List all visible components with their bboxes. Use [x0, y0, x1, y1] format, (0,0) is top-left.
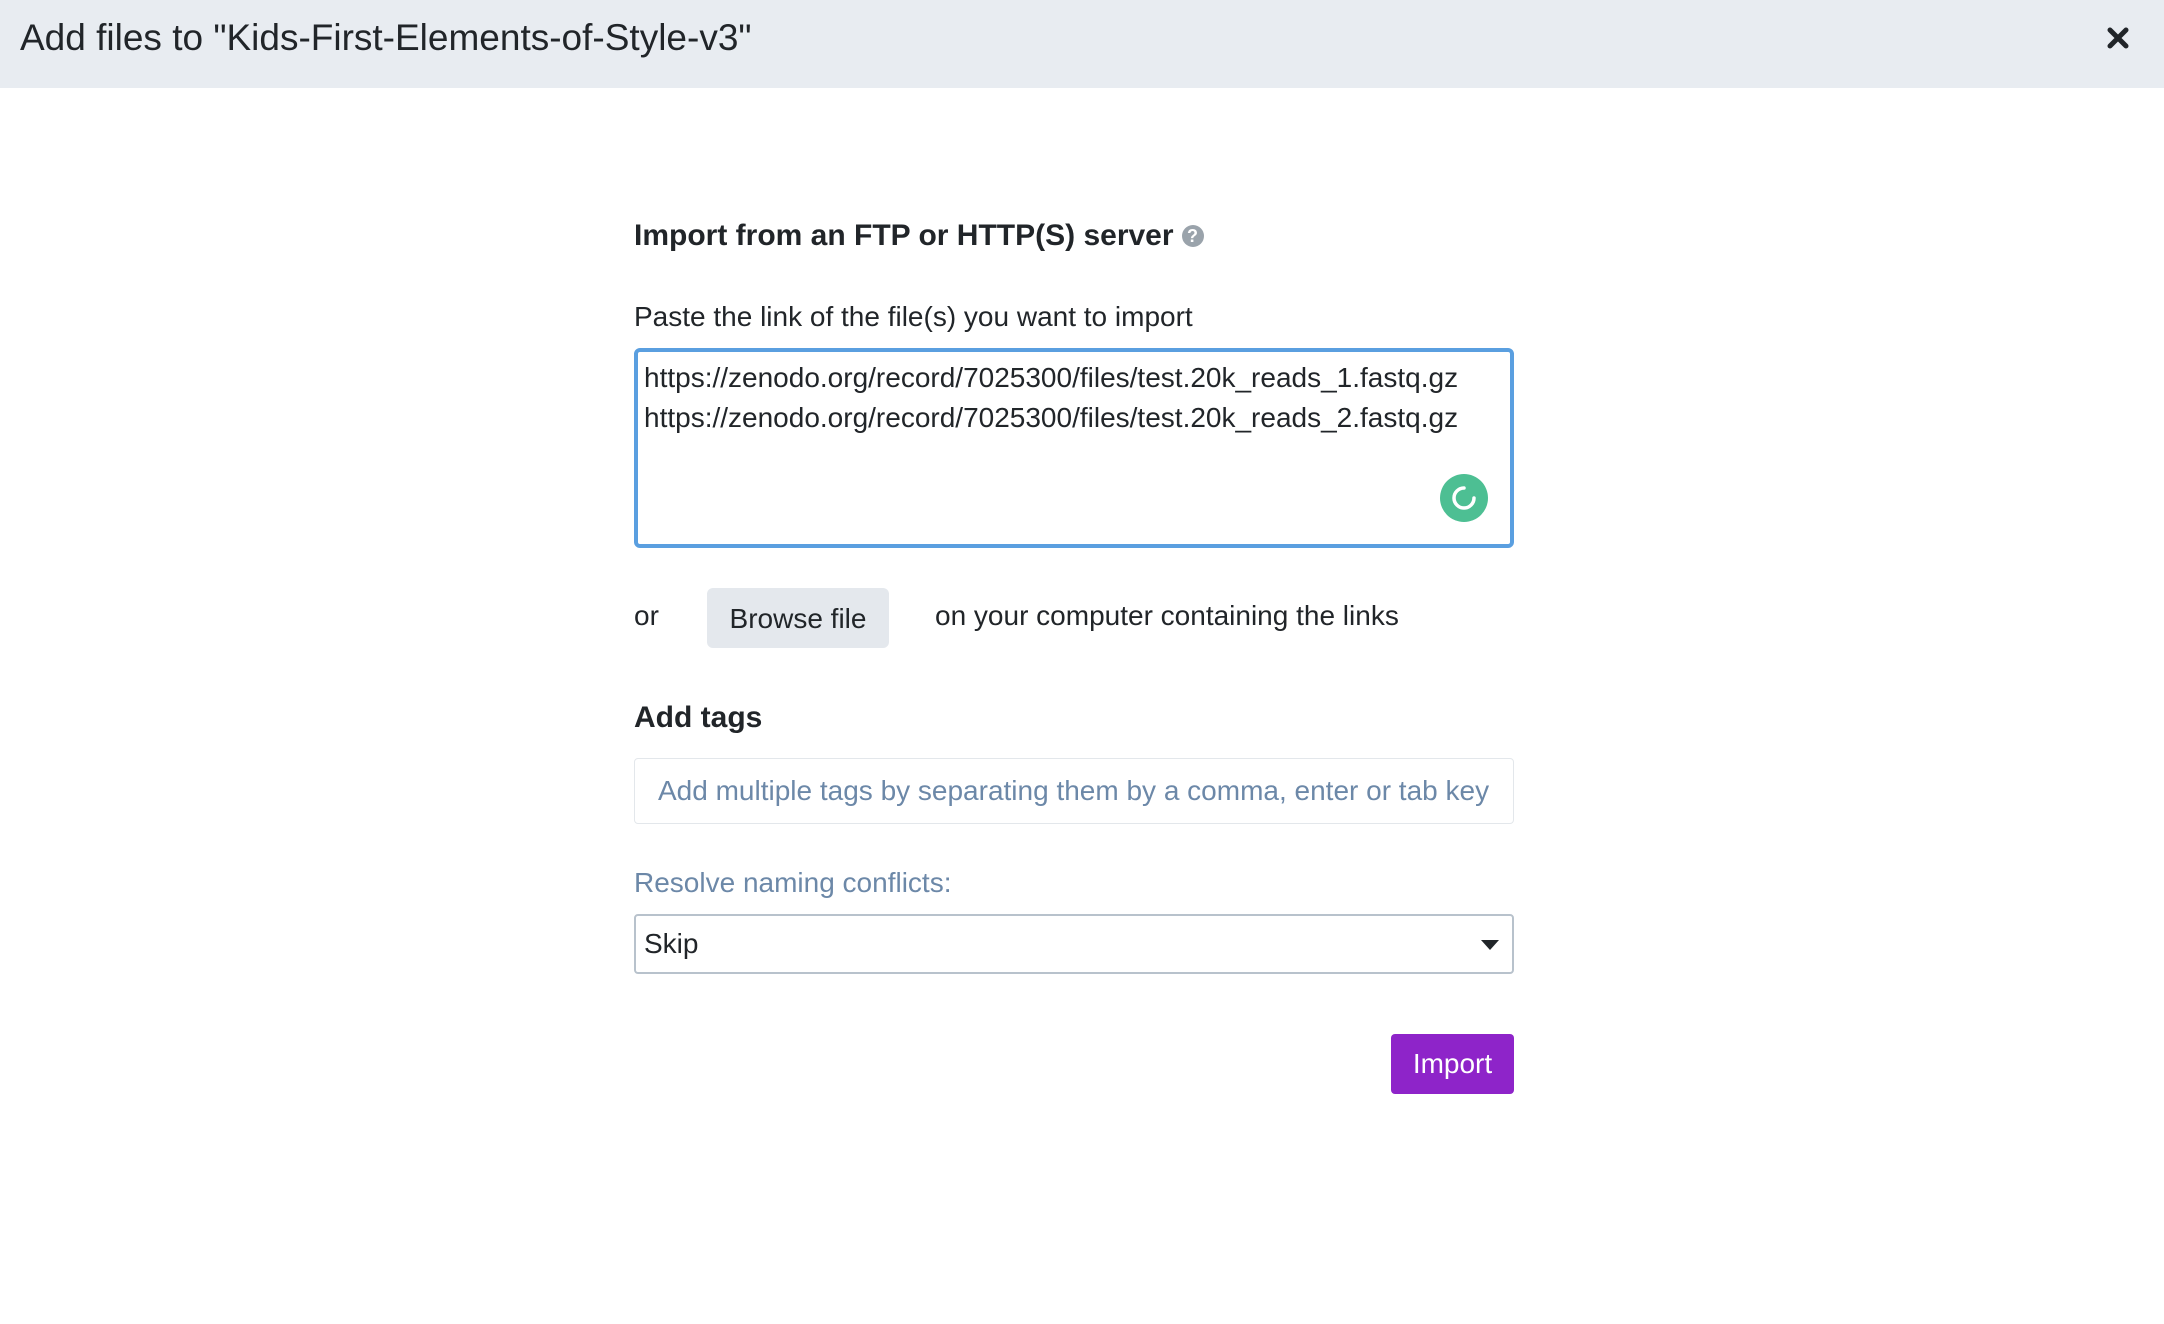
- browse-file-button[interactable]: Browse file: [707, 588, 889, 648]
- loading-spinner-icon: [1440, 474, 1488, 522]
- url-textarea[interactable]: https://zenodo.org/record/7025300/files/…: [634, 348, 1514, 548]
- resolve-conflicts-select[interactable]: Skip: [634, 914, 1514, 974]
- browse-helper-text: on your computer containing the links: [935, 600, 1399, 631]
- modal-title: Add files to "Kids-First-Elements-of-Sty…: [20, 17, 752, 58]
- tags-input[interactable]: Add multiple tags by separating them by …: [634, 758, 1514, 824]
- section-title-text: Import from an FTP or HTTP(S) server: [634, 219, 1174, 252]
- or-text: or: [634, 600, 659, 631]
- modal-header: Add files to "Kids-First-Elements-of-Sty…: [0, 0, 2164, 88]
- caret-down-icon: [1481, 940, 1499, 950]
- question-circle-icon[interactable]: ?: [1181, 225, 1204, 247]
- close-button[interactable]: [2100, 20, 2136, 56]
- resolve-conflicts-value: Skip: [644, 928, 699, 959]
- close-icon: [2107, 27, 2129, 49]
- import-button[interactable]: Import: [1391, 1034, 1514, 1094]
- resolve-conflicts-label: Resolve naming conflicts:: [634, 867, 952, 898]
- url-textarea-value[interactable]: https://zenodo.org/record/7025300/files/…: [644, 358, 1458, 438]
- section-title: Import from an FTP or HTTP(S) server ?: [634, 216, 1204, 256]
- add-tags-heading: Add tags: [634, 701, 763, 734]
- paste-link-label: Paste the link of the file(s) you want t…: [634, 301, 1193, 332]
